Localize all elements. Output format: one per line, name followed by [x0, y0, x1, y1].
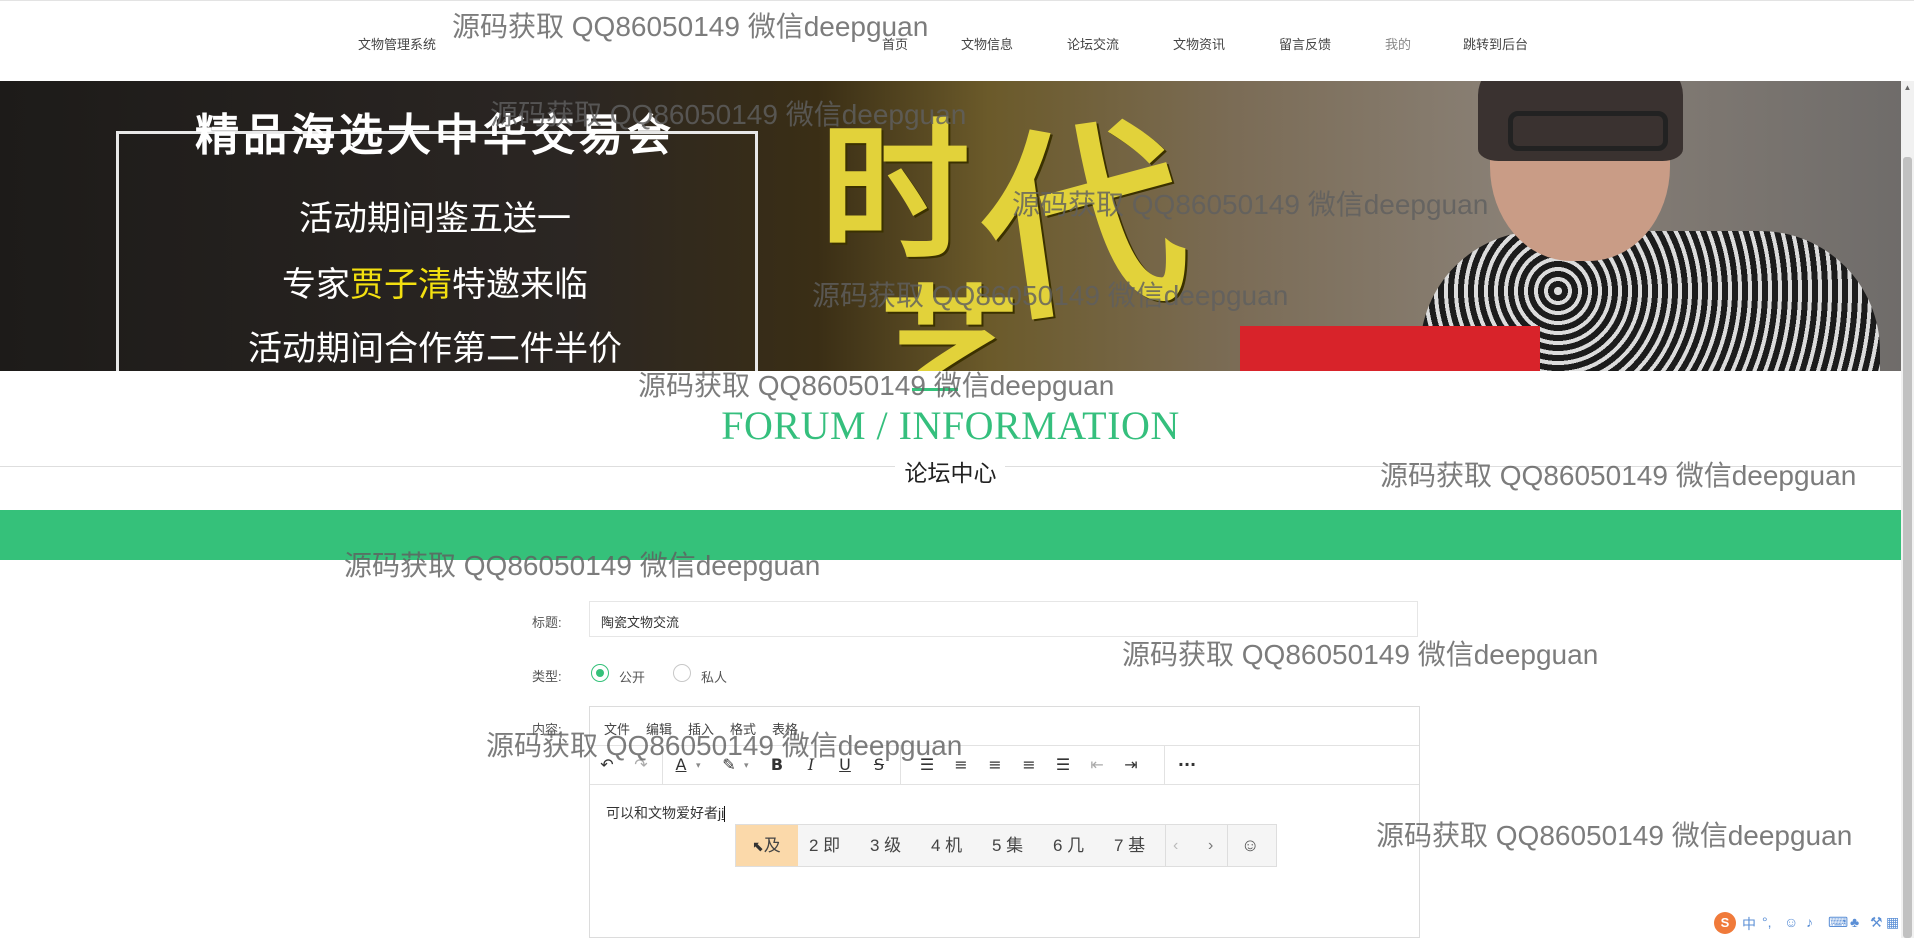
green-band	[0, 510, 1901, 560]
banner-line3: 活动期间合作第二件半价	[248, 329, 622, 369]
emoticon-icon[interactable]: ☺	[1784, 914, 1798, 930]
type-label: 类型:	[532, 669, 562, 684]
editor-content[interactable]: 可以和文物爱好者ji	[606, 803, 726, 823]
align-center-icon[interactable]: ≡	[982, 752, 1008, 778]
rich-text-editor: 文件 编辑 插入 格式 表格 ↶ ↷ A ▾ ✎ ▾ B I U S ☰ ≡ ≡…	[589, 706, 1420, 938]
watermark-text: 源码获取 QQ86050149 微信deepguan	[452, 11, 929, 42]
chinese-mode-icon[interactable]: 中	[1742, 914, 1756, 934]
highlight-color-icon[interactable]: ✎	[716, 752, 742, 778]
ime-candidate-1[interactable]: ⬉及	[736, 825, 798, 866]
ime-next-icon[interactable]: ›	[1208, 825, 1213, 866]
nav-mine[interactable]: 我的	[1385, 34, 1411, 53]
menu-table[interactable]: 表格	[772, 719, 798, 738]
nav-forum[interactable]: 论坛交流	[1067, 34, 1119, 53]
nav-admin[interactable]: 跳转到后台	[1463, 34, 1528, 53]
outdent-icon[interactable]: ⇤	[1084, 752, 1110, 778]
ime-candidate-bar: ⬉及 2 即 3 级 4 机 5 集 6 几 7 基 ‹ › ☺	[735, 824, 1277, 867]
scroll-up-icon[interactable]: ▲	[1902, 81, 1913, 95]
undo-icon[interactable]: ↶	[594, 752, 620, 778]
site-brand[interactable]: 文物管理系统	[358, 34, 436, 53]
radio-private-label[interactable]: 私人	[701, 667, 727, 686]
ime-toolbar: S 中 °, ☺ ♪ ⌨ ♣ ⚒ ▦	[1714, 912, 1900, 936]
nav-feedback[interactable]: 留言反馈	[1279, 34, 1331, 53]
watermark-text: 源码获取 QQ86050149 微信deepguan	[1122, 639, 1599, 670]
menu-edit[interactable]: 编辑	[646, 719, 672, 738]
nav-home[interactable]: 首页	[882, 34, 908, 53]
more-icon[interactable]: ···	[1174, 752, 1200, 778]
underline-icon[interactable]: U	[832, 752, 858, 778]
redo-icon[interactable]: ↷	[628, 752, 654, 778]
editor-toolbar: ↶ ↷ A ▾ ✎ ▾ B I U S ☰ ≡ ≡ ≡ ☰ ⇤ ⇥ ···	[590, 746, 1419, 785]
banner-carousel[interactable]: 精品海选大中华交易会 活动期间鉴五送一 专家贾子清特邀来临 活动期间合作第二件半…	[0, 81, 1901, 371]
title-label: 标题:	[532, 615, 562, 630]
grid-icon[interactable]: ▦	[1886, 914, 1899, 931]
banner-calligraphy: 时 代 艺	[820, 93, 1198, 371]
banner-headline: 精品海选大中华交易会	[195, 110, 675, 161]
ime-prev-icon[interactable]: ‹	[1173, 825, 1178, 866]
editor-menubar: 文件 编辑 插入 格式 表格	[590, 707, 1419, 746]
radio-private[interactable]	[673, 664, 691, 682]
text-color-dropdown-icon[interactable]: ▾	[696, 752, 701, 778]
mouse-cursor-icon: ⬉	[752, 838, 764, 854]
menu-insert[interactable]: 插入	[688, 719, 714, 738]
title-accent-line	[912, 388, 958, 391]
banner-person-photo	[1240, 81, 1900, 371]
radio-public[interactable]	[591, 664, 609, 682]
emoji-icon[interactable]: ☺	[1241, 825, 1259, 866]
microphone-icon[interactable]: ♪	[1806, 914, 1813, 930]
ime-candidate-4[interactable]: 4 机	[931, 825, 962, 866]
keyboard-icon[interactable]: ⌨	[1828, 914, 1848, 931]
top-border	[0, 0, 1914, 1]
banner-line2: 专家贾子清特邀来临	[282, 265, 588, 305]
ime-candidate-3[interactable]: 3 级	[870, 825, 901, 866]
content-label: 内容:	[532, 722, 562, 737]
strikethrough-icon[interactable]: S	[866, 752, 892, 778]
sogou-ime-icon[interactable]: S	[1714, 912, 1736, 934]
ime-candidate-7[interactable]: 7 基	[1114, 825, 1145, 866]
scrollbar-thumb[interactable]	[1903, 157, 1912, 938]
indent-icon[interactable]: ⇥	[1118, 752, 1144, 778]
text-color-icon[interactable]: A	[668, 752, 694, 778]
italic-icon[interactable]: I	[798, 752, 824, 778]
section-title-en: FORUM / INFORMATION	[721, 403, 1180, 448]
ime-candidate-5[interactable]: 5 集	[992, 825, 1023, 866]
align-right-icon[interactable]: ≡	[1016, 752, 1042, 778]
align-none-icon[interactable]: ☰	[914, 752, 940, 778]
menu-format[interactable]: 格式	[730, 719, 756, 738]
ime-candidate-6[interactable]: 6 几	[1053, 825, 1084, 866]
title-input[interactable]: 陶瓷文物交流	[589, 601, 1418, 637]
ime-candidate-2[interactable]: 2 即	[809, 825, 840, 866]
radio-public-label[interactable]: 公开	[619, 667, 645, 686]
section-title-cn: 论坛中心	[904, 460, 997, 486]
page-scrollbar[interactable]: ▲	[1901, 81, 1914, 938]
nav-news[interactable]: 文物资讯	[1173, 34, 1225, 53]
skin-icon[interactable]: ♣	[1850, 914, 1859, 930]
align-justify-icon[interactable]: ☰	[1050, 752, 1076, 778]
menu-file[interactable]: 文件	[604, 719, 630, 738]
punctuation-icon[interactable]: °,	[1762, 914, 1772, 930]
banner-line1: 活动期间鉴五送一	[299, 199, 571, 239]
toolbox-icon[interactable]: ⚒	[1870, 914, 1883, 931]
highlight-dropdown-icon[interactable]: ▾	[744, 752, 749, 778]
bold-icon[interactable]: B	[764, 752, 790, 778]
watermark-text: 源码获取 QQ86050149 微信deepguan	[1376, 820, 1853, 851]
align-left-icon[interactable]: ≡	[948, 752, 974, 778]
nav-relics[interactable]: 文物信息	[961, 34, 1013, 53]
